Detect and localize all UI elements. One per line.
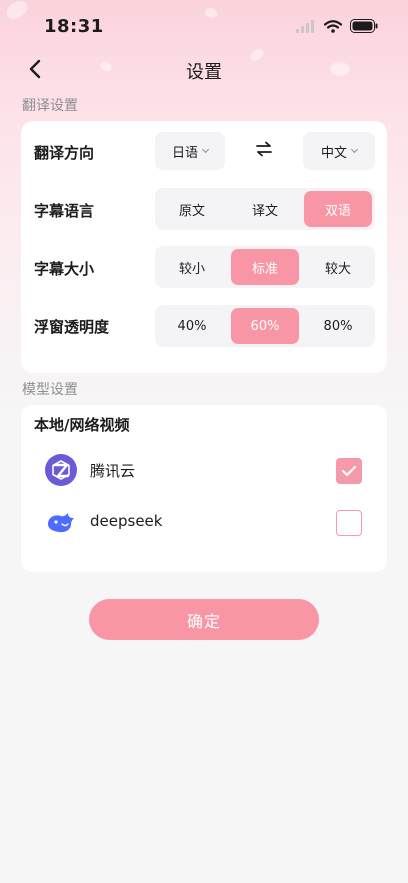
status-icons	[296, 18, 378, 37]
status-time: 18:31	[44, 16, 104, 37]
source-language-value: 日语	[171, 145, 198, 161]
model-checkbox-checked[interactable]	[336, 458, 362, 484]
battery-icon	[350, 18, 378, 37]
target-language-value: 中文	[320, 145, 347, 161]
swap-languages-button[interactable]	[255, 141, 273, 161]
model-group-title: 本地/网络视频	[34, 416, 130, 434]
chevron-down-icon	[350, 145, 359, 154]
model-name: deepseek	[90, 512, 163, 530]
subtitle-language-segment: 原文 译文 双语	[155, 188, 375, 230]
subtitle-language-option[interactable]: 译文	[231, 188, 299, 230]
deepseek-whale-logo	[45, 506, 77, 538]
nav-bar: 设置	[0, 52, 408, 86]
model-row-tencent[interactable]: 腾讯云	[21, 448, 387, 492]
subtitle-size-option-selected[interactable]: 标准	[231, 249, 299, 285]
model-checkbox-unchecked[interactable]	[336, 510, 362, 536]
confirm-button[interactable]: 确定	[89, 599, 319, 640]
window-opacity-option-selected[interactable]: 60%	[231, 308, 299, 344]
signal-icon	[296, 18, 316, 37]
subtitle-language-label: 字幕语言	[34, 202, 95, 220]
swap-arrows-icon	[256, 141, 272, 157]
check-icon	[341, 465, 357, 477]
model-settings-card: 本地/网络视频 腾讯云 deepseek	[21, 405, 387, 572]
status-bar: 18:31	[0, 0, 408, 54]
subtitle-language-option[interactable]: 原文	[158, 188, 226, 230]
section-label-translation: 翻译设置	[22, 98, 78, 114]
tencent-cloud-logo	[45, 454, 77, 486]
model-name: 腾讯云	[90, 462, 136, 480]
model-row-deepseek[interactable]: deepseek	[21, 500, 387, 544]
subtitle-language-option-selected[interactable]: 双语	[304, 191, 372, 227]
window-opacity-segment: 40% 60% 80%	[155, 305, 375, 347]
window-opacity-option[interactable]: 40%	[158, 305, 226, 347]
translation-settings-card: 翻译方向 日语 中文 字幕语言 原文 译文 双语 字幕大小 较小 标准 较大 浮…	[21, 121, 387, 373]
subtitle-size-option[interactable]: 较大	[304, 246, 372, 288]
source-language-select[interactable]: 日语	[155, 132, 225, 170]
window-opacity-option[interactable]: 80%	[304, 305, 372, 347]
page-title: 设置	[186, 62, 222, 83]
section-label-model: 模型设置	[22, 382, 78, 398]
subtitle-size-segment: 较小 标准 较大	[155, 246, 375, 288]
wifi-icon	[323, 18, 343, 37]
subtitle-size-label: 字幕大小	[34, 260, 95, 278]
window-opacity-label: 浮窗透明度	[34, 318, 110, 336]
target-language-select[interactable]: 中文	[303, 132, 375, 170]
chevron-down-icon	[201, 145, 210, 154]
translation-direction-label: 翻译方向	[34, 144, 95, 162]
subtitle-size-option[interactable]: 较小	[158, 246, 226, 288]
